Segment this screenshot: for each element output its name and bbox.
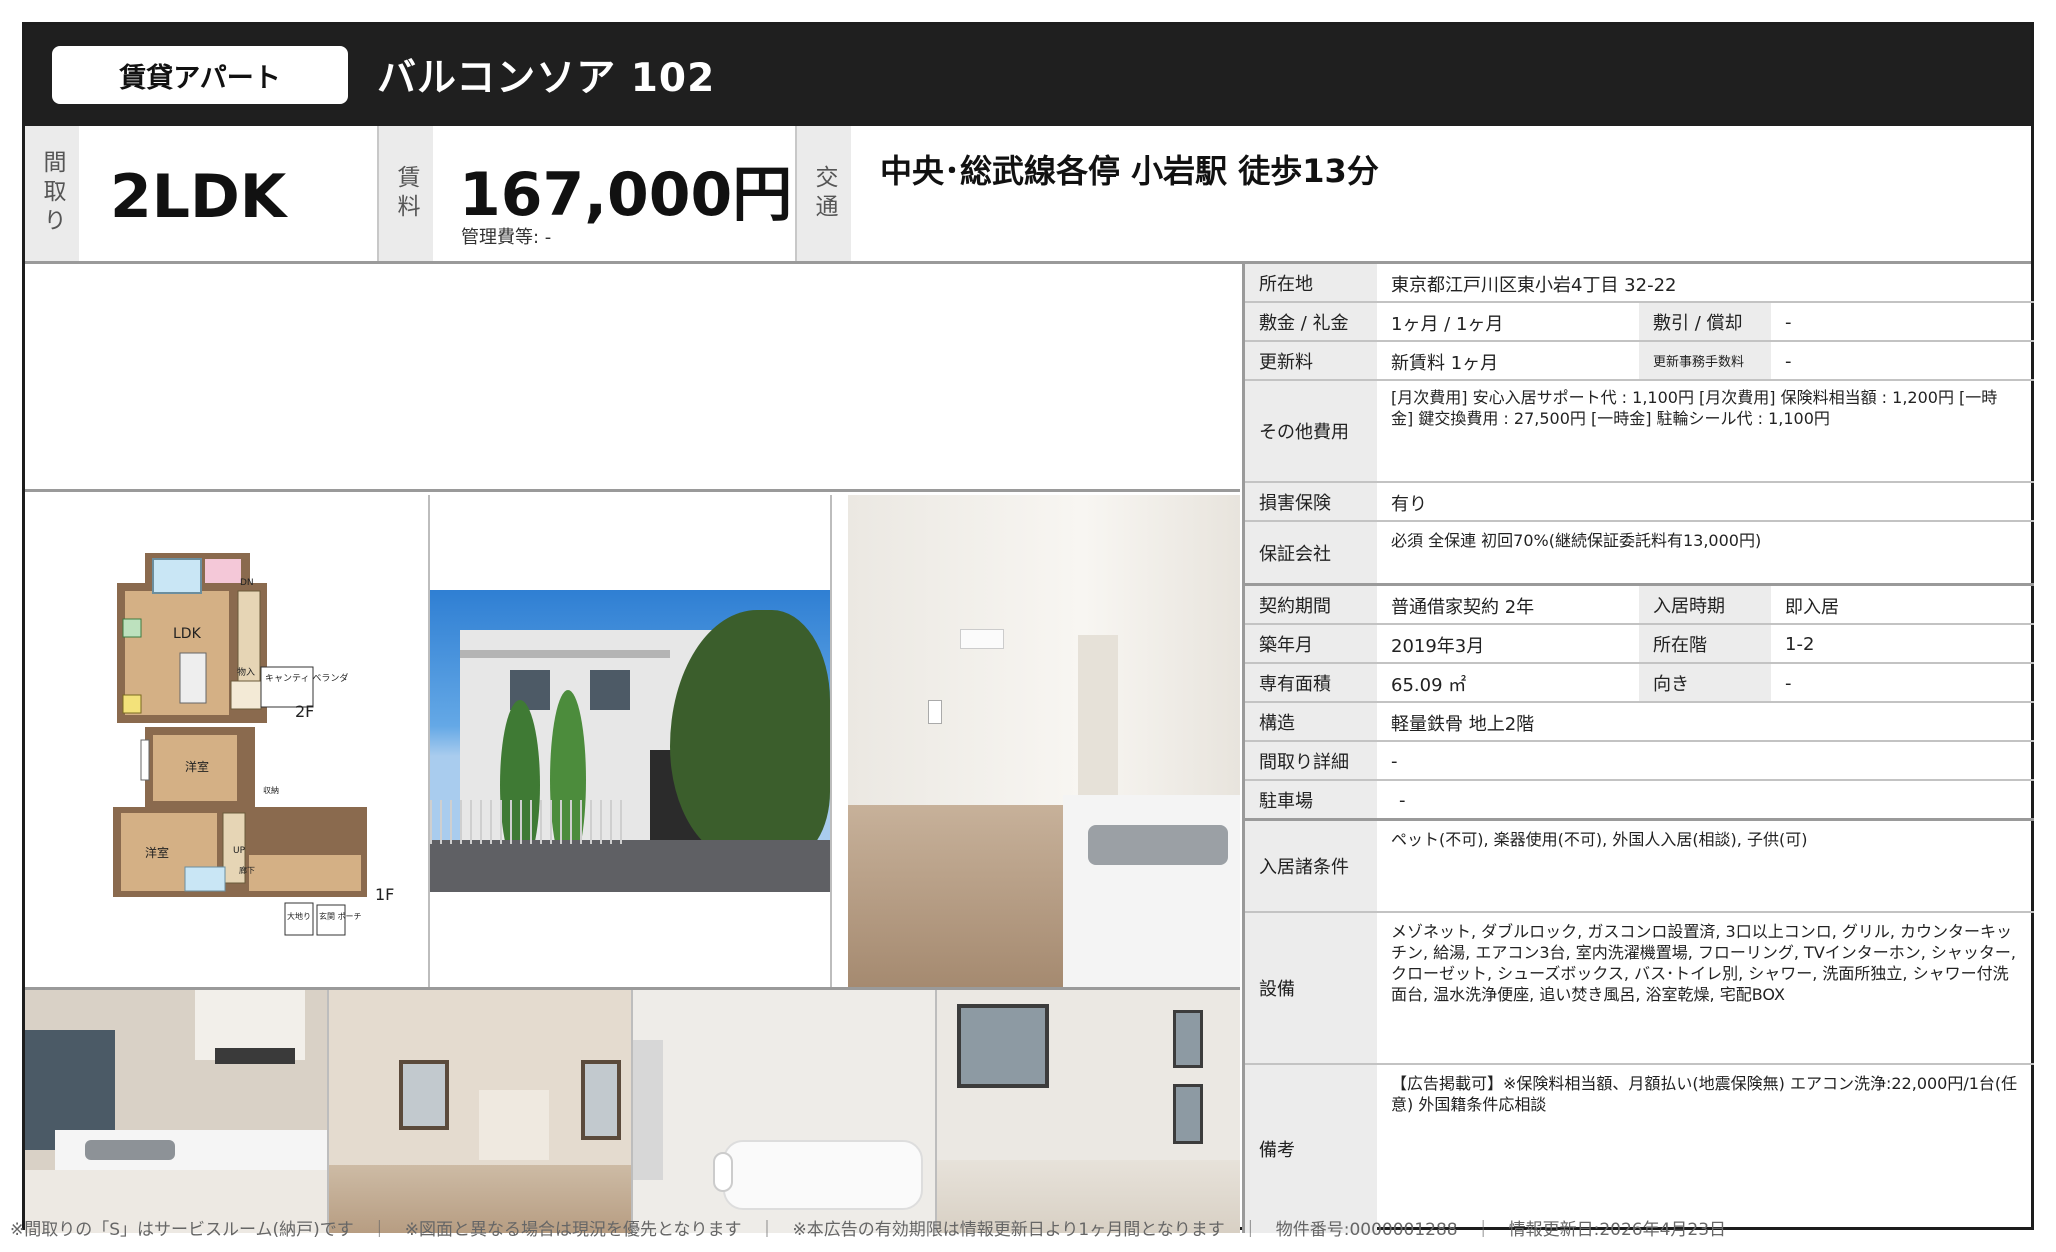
layout-detail-label: 間取り詳細	[1245, 742, 1377, 779]
renewal-fee-value: -	[1785, 351, 1792, 372]
layout-detail-value: -	[1391, 751, 1398, 772]
renewal-label: 更新料	[1245, 342, 1377, 379]
rent-value: 167,000円	[459, 160, 793, 230]
entrance-label: 玄関 ポーチ	[319, 911, 362, 921]
blank-area	[25, 264, 1240, 492]
other-fees-value: [月次費用] 安心入居サポート代 : 1,100円 [月次費用] 保険料相当額 …	[1391, 388, 1998, 428]
direction-label: 向き	[1639, 664, 1771, 701]
hall-label: 廊下	[239, 865, 255, 875]
deposit-value: 1ヶ月 / 1ヶ月	[1391, 313, 1504, 335]
equipment-value: メゾネット, ダブルロック, ガスコンロ設置済, 3口以上コンロ, グリル, カ…	[1391, 922, 2017, 1004]
rent-label: 賃料	[379, 126, 433, 261]
detail-row-deposit: 敷金 / 礼金 1ヶ月 / 1ヶ月 敷引 / 償却 -	[1245, 303, 2034, 342]
move-in-label: 入居時期	[1639, 586, 1771, 623]
conditions-value: ペット(不可), 楽器使用(不可), 外国人入居(相談), 子供(可)	[1391, 830, 1808, 849]
detail-row-equipment: 設備 メゾネット, ダブルロック, ガスコンロ設置済, 3口以上コンロ, グリル…	[1245, 913, 2034, 1065]
bath-photo[interactable]	[633, 990, 935, 1233]
dn-label: DN	[240, 578, 254, 588]
detail-row-contract: 契約期間 普通借家契約 2年 入居時期 即入居	[1245, 586, 2034, 625]
detail-row-insurance: 損害保険 有り	[1245, 483, 2034, 522]
floor-plan[interactable]: LDK キャンティ ベランダ 物入 DN 2F 洋室 洋室 UP 廊下 収納 大…	[25, 495, 428, 987]
divider	[631, 990, 633, 1233]
balcony-label: キャンティ ベランダ	[265, 672, 348, 684]
detail-row-remarks: 備考 【広告掲載可】※保険料相当額、月額払い(地震保険無) エアコン洗浄:22,…	[1245, 1065, 2034, 1233]
detail-row-address: 所在地 東京都江戸川区東小岩4丁目 32-22	[1245, 264, 2034, 303]
insurance-label: 損害保険	[1245, 483, 1377, 520]
exterior-photo	[430, 590, 830, 892]
floor-label: 所在階	[1639, 625, 1771, 662]
ldk-label: LDK	[173, 626, 202, 642]
floor-plan-drawing: LDK キャンティ ベランダ 物入 DN 2F 洋室 洋室 UP 廊下 収納 大…	[113, 553, 394, 936]
deduction-label: 敷引 / 償却	[1639, 303, 1771, 340]
footer-notes: ※間取りの「S」はサービスルーム(納戸)です ｜ ※図面と異なる場合は現況を優先…	[10, 1220, 1727, 1240]
detail-row-layout: 間取り詳細 -	[1245, 742, 2034, 781]
divider	[327, 990, 329, 1233]
access-label: 交通	[797, 126, 851, 261]
remarks-value: 【広告掲載可】※保険料相当額、月額払い(地震保険無) エアコン洗浄:22,000…	[1391, 1074, 2018, 1114]
management-fee: 管理費等: -	[461, 227, 552, 248]
detail-row-parking: 駐車場 -	[1245, 781, 2034, 821]
divider	[935, 990, 937, 1233]
up-label: UP	[233, 846, 246, 856]
built-value: 2019年3月	[1391, 635, 1485, 657]
direction-value: -	[1785, 673, 1792, 694]
insurance-value: 有り	[1391, 493, 1427, 515]
detail-row-structure: 構造 軽量鉄骨 地上2階	[1245, 703, 2034, 742]
area-label: 専有面積	[1245, 664, 1377, 701]
divider	[830, 495, 832, 987]
guarantor-label: 保証会社	[1245, 522, 1377, 583]
property-name: バルコンソア 102	[377, 56, 716, 101]
detail-row-other-fees: その他費用 [月次費用] 安心入居サポート代 : 1,100円 [月次費用] 保…	[1245, 381, 2034, 483]
area-value: 65.09 ㎡	[1391, 674, 1467, 696]
conditions-label: 入居諸条件	[1245, 821, 1377, 911]
room-photo-2[interactable]	[937, 990, 1240, 1233]
storage-label: 物入	[237, 666, 255, 678]
room-1-label: 洋室	[185, 759, 209, 774]
floor-2-label: 2F	[295, 702, 314, 721]
contract-label: 契約期間	[1245, 586, 1377, 623]
property-sheet: 賃貸アパート バルコンソア 102 間取り 2LDK 賃料 167,000円 管…	[22, 22, 2034, 1233]
parking-label: 駐車場	[1245, 781, 1377, 818]
layout-value: 2LDK	[110, 162, 287, 232]
property-details: 所在地 東京都江戸川区東小岩4丁目 32-22 敷金 / 礼金 1ヶ月 / 1ヶ…	[1242, 264, 2034, 1233]
room-2-label: 洋室	[145, 845, 169, 860]
detail-row-conditions: 入居諸条件 ペット(不可), 楽器使用(不可), 外国人入居(相談), 子供(可…	[1245, 821, 2034, 913]
porch-label: 大地り	[287, 911, 311, 921]
photo-area: LDK キャンティ ベランダ 物入 DN 2F 洋室 洋室 UP 廊下 収納 大…	[25, 264, 1240, 1233]
living-photo[interactable]	[848, 495, 1240, 987]
equipment-label: 設備	[1245, 913, 1377, 1063]
address-label: 所在地	[1245, 264, 1377, 301]
access-value: 中央･総武線各停 小岩駅 徒歩13分	[880, 152, 1379, 190]
layout-label: 間取り	[25, 126, 79, 261]
room-photo-1[interactable]	[329, 990, 631, 1233]
remarks-label: 備考	[1245, 1065, 1377, 1233]
other-fees-label: その他費用	[1245, 381, 1377, 481]
address-value: 東京都江戸川区東小岩4丁目 32-22	[1391, 274, 1677, 296]
detail-row-guarantor: 保証会社 必須 全保連 初回70%(継続保証委託料有13,000円)	[1245, 522, 2034, 586]
key-info-row: 間取り 2LDK 賃料 167,000円 管理費等: - 交通 中央･総武線各停…	[25, 126, 2031, 264]
structure-label: 構造	[1245, 703, 1377, 740]
exterior-photo-frame[interactable]	[430, 495, 830, 987]
floor-value: 1-2	[1785, 634, 1815, 655]
move-in-value: 即入居	[1785, 596, 1839, 618]
structure-value: 軽量鉄骨 地上2階	[1391, 713, 1535, 735]
renewal-fee-label: 更新事務手数料	[1639, 342, 1771, 379]
kitchen-photo[interactable]	[25, 990, 327, 1233]
detail-row-area: 専有面積 65.09 ㎡ 向き -	[1245, 664, 2034, 703]
guarantor-value: 必須 全保連 初回70%(継続保証委託料有13,000円)	[1391, 531, 1762, 550]
contract-value: 普通借家契約 2年	[1391, 596, 1535, 618]
property-type-badge: 賃貸アパート	[52, 46, 348, 104]
deduction-value: -	[1785, 312, 1792, 333]
built-label: 築年月	[1245, 625, 1377, 662]
parking-value: -	[1399, 790, 1406, 811]
header-bar: 賃貸アパート バルコンソア 102	[25, 25, 2031, 126]
detail-row-renewal: 更新料 新賃料 1ヶ月 更新事務手数料 -	[1245, 342, 2034, 381]
closet-label: 収納	[263, 785, 279, 795]
floor-1-label: 1F	[375, 885, 394, 904]
detail-row-built: 築年月 2019年3月 所在階 1-2	[1245, 625, 2034, 664]
deposit-label: 敷金 / 礼金	[1245, 303, 1377, 340]
renewal-value: 新賃料 1ヶ月	[1391, 352, 1499, 374]
